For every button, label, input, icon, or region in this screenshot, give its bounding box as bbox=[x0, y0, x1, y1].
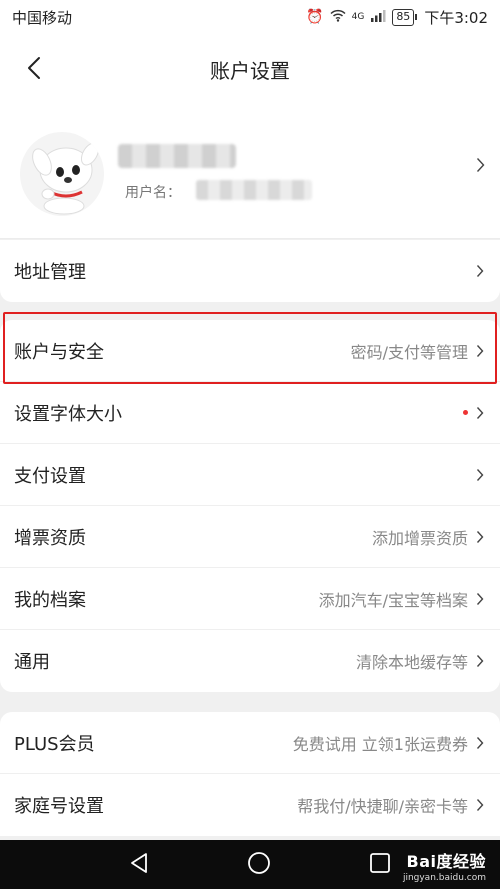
nickname-blurred bbox=[118, 144, 236, 168]
status-time: 下午3:02 bbox=[424, 8, 488, 27]
square-recents-icon bbox=[370, 852, 390, 873]
watermark-url: jingyan.baidu.com bbox=[402, 873, 486, 883]
battery-icon: 85 bbox=[392, 8, 418, 26]
chevron-right-icon bbox=[474, 466, 486, 484]
nav-bar: 账户设置 bbox=[0, 34, 500, 104]
profile-card[interactable]: 用户名： bbox=[0, 104, 500, 238]
settings-group-main: 账户与安全 密码/支付等管理 设置字体大小 支付设置 增票资质 添加增票资质 我… bbox=[0, 320, 500, 692]
chevron-right-icon bbox=[474, 156, 486, 174]
row-right: 免费试用 立领1张运费券 bbox=[293, 731, 486, 755]
chevron-right-icon bbox=[474, 590, 486, 608]
row-subtitle: 免费试用 立领1张运费券 bbox=[292, 734, 468, 754]
carrier-name: 中国移动 bbox=[12, 8, 73, 27]
row-right: 清除本地缓存等 bbox=[356, 649, 486, 673]
row-account-security[interactable]: 账户与安全 密码/支付等管理 bbox=[0, 320, 500, 382]
baidu-watermark: Bai度经验 jingyan.baidu.com bbox=[403, 848, 486, 883]
network-type: 4G bbox=[351, 11, 365, 22]
chevron-right-icon bbox=[474, 528, 486, 546]
watermark-brand: Bai度经验 bbox=[406, 852, 486, 871]
row-label: 我的档案 bbox=[14, 589, 86, 611]
row-payment-settings[interactable]: 支付设置 bbox=[0, 444, 500, 506]
row-plus-member[interactable]: PLUS会员 免费试用 立领1张运费券 bbox=[0, 712, 500, 774]
chevron-right-icon bbox=[474, 734, 486, 752]
row-my-archives[interactable]: 我的档案 添加汽车/宝宝等档案 bbox=[0, 568, 500, 630]
chevron-right-icon bbox=[474, 796, 486, 814]
nav-home-button[interactable] bbox=[247, 851, 271, 879]
row-subtitle: 帮我付/快捷聊/亲密卡等 bbox=[297, 797, 468, 816]
settings-group-plus: PLUS会员 免费试用 立领1张运费券 家庭号设置 帮我付/快捷聊/亲密卡等 bbox=[0, 712, 500, 836]
row-subtitle: 添加汽车/宝宝等档案 bbox=[318, 590, 468, 610]
settings-group-address: 地址管理 bbox=[0, 240, 500, 302]
chevron-left-icon bbox=[28, 57, 40, 79]
row-font-size[interactable]: 设置字体大小 bbox=[0, 382, 500, 444]
alarm-icon: ⏰ bbox=[306, 9, 324, 25]
row-label: 通用 bbox=[14, 652, 50, 673]
chevron-right-icon bbox=[474, 262, 486, 280]
row-right bbox=[474, 466, 486, 484]
signal-icon bbox=[370, 8, 386, 26]
page-title: 账户设置 bbox=[210, 58, 290, 83]
divider bbox=[0, 238, 500, 239]
row-right: 添加增票资质 bbox=[372, 525, 486, 549]
row-subtitle: 清除本地缓存等 bbox=[355, 653, 468, 672]
row-label: 账户与安全 bbox=[14, 341, 104, 363]
row-label: PLUS会员 bbox=[14, 733, 95, 755]
row-label: 设置字体大小 bbox=[14, 403, 122, 425]
chevron-right-icon bbox=[474, 652, 486, 670]
wifi-icon bbox=[330, 8, 346, 26]
triangle-back-icon bbox=[131, 852, 147, 873]
status-icons: ⏰ 4G 85 下午3:02 bbox=[306, 7, 488, 28]
circle-home-icon bbox=[248, 851, 270, 874]
row-subtitle: 添加增票资质 bbox=[371, 528, 468, 548]
status-bar: 中国移动 ⏰ 4G 85 下午3:02 bbox=[0, 0, 500, 34]
row-label: 支付设置 bbox=[14, 465, 86, 487]
chevron-right-icon bbox=[474, 342, 486, 360]
row-right: 密码/支付等管理 bbox=[351, 339, 486, 363]
row-label: 地址管理 bbox=[14, 262, 86, 283]
nav-back-button[interactable] bbox=[129, 852, 149, 878]
row-vat-invoice[interactable]: 增票资质 添加增票资质 bbox=[0, 506, 500, 568]
username-blurred bbox=[196, 180, 312, 200]
row-right bbox=[463, 404, 486, 422]
row-address-management[interactable]: 地址管理 bbox=[0, 240, 500, 302]
nav-recents-button[interactable] bbox=[369, 852, 391, 878]
row-label: 增票资质 bbox=[14, 527, 86, 549]
row-general[interactable]: 通用 清除本地缓存等 bbox=[0, 630, 500, 692]
new-badge-dot bbox=[463, 410, 468, 415]
row-right bbox=[474, 262, 486, 280]
row-family-account[interactable]: 家庭号设置 帮我付/快捷聊/亲密卡等 bbox=[0, 774, 500, 836]
username-label: 用户名： bbox=[125, 185, 181, 201]
row-subtitle: 密码/支付等管理 bbox=[350, 342, 468, 362]
chevron-right-icon bbox=[474, 404, 486, 422]
row-right: 添加汽车/宝宝等档案 bbox=[319, 587, 486, 611]
avatar[interactable] bbox=[20, 132, 104, 216]
row-label: 家庭号设置 bbox=[14, 796, 104, 817]
row-right: 帮我付/快捷聊/亲密卡等 bbox=[297, 793, 486, 817]
back-button[interactable] bbox=[14, 48, 54, 88]
